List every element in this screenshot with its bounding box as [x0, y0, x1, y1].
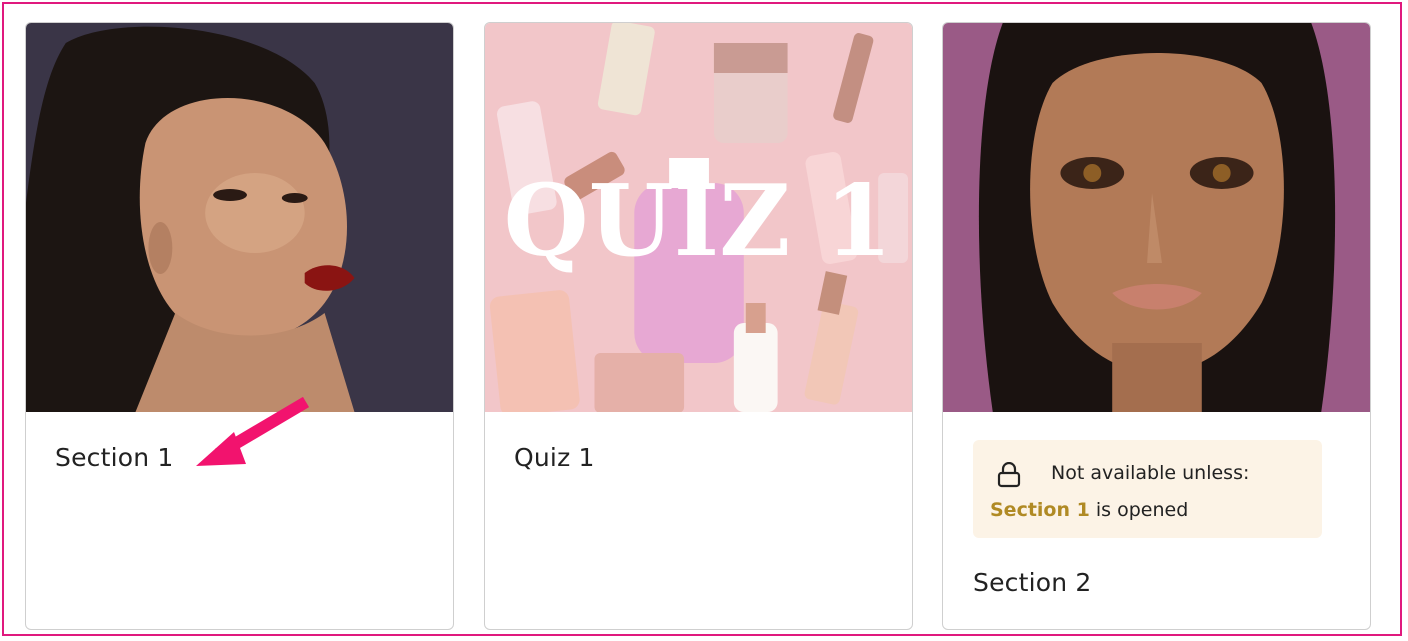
arrow-icon — [196, 396, 310, 466]
activity-card-section-2[interactable]: Not available unless: Section 1 is opene… — [942, 22, 1371, 630]
availability-restriction: Not available unless: Section 1 is opene… — [973, 440, 1322, 538]
restriction-link-section-1[interactable]: Section 1 — [990, 499, 1090, 521]
card-title-quiz-1[interactable]: Quiz 1 — [514, 443, 595, 472]
restriction-suffix: is opened — [1089, 499, 1189, 521]
section-2-image — [943, 23, 1370, 412]
lock-icon — [997, 462, 1021, 488]
restriction-condition: Section 1 is opened — [990, 499, 1188, 521]
card-title-section-2[interactable]: Section 2 — [973, 568, 1092, 597]
activity-card-quiz-1[interactable]: QUIZ 1 Quiz 1 — [484, 22, 913, 630]
card-title-section-1[interactable]: Section 1 — [55, 443, 174, 472]
activity-card-section-1[interactable]: Section 1 — [25, 22, 454, 630]
quiz-overlay-text: QUIZ 1 — [504, 164, 893, 279]
quiz-1-image: QUIZ 1 — [485, 23, 912, 412]
restriction-title: Not available unless: — [1051, 462, 1250, 484]
section-1-image — [26, 23, 453, 412]
